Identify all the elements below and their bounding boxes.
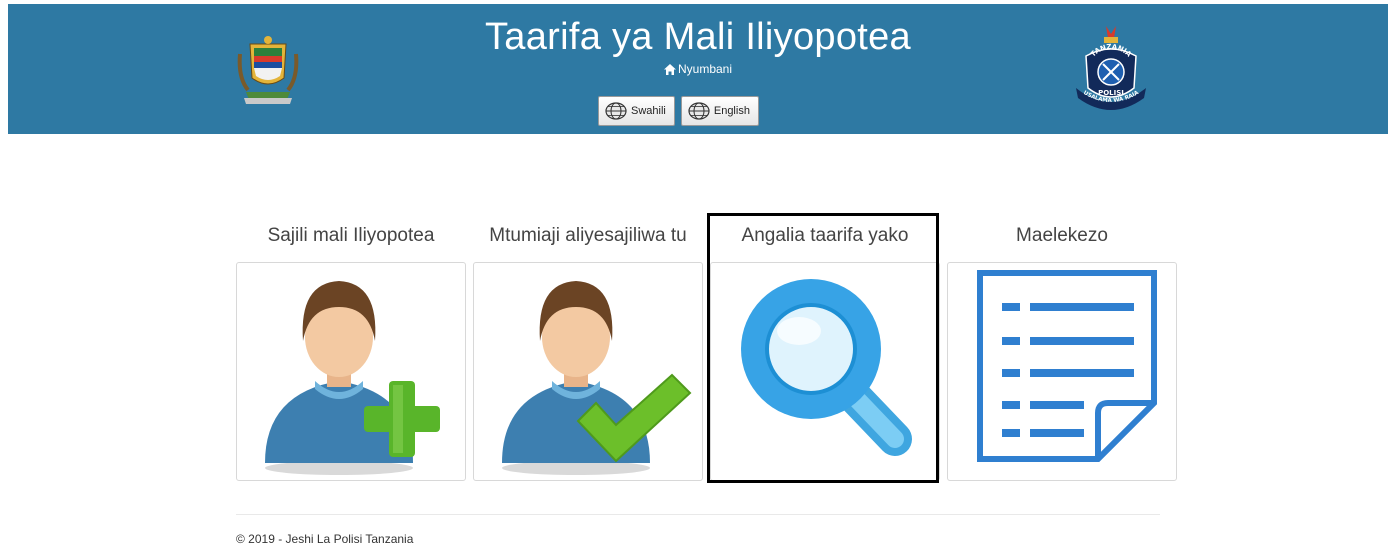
site-header: Taarifa ya Mali Iliyopotea Nyumbani Swah… — [8, 4, 1388, 134]
registered-user-button[interactable] — [473, 262, 703, 481]
user-check-icon — [502, 281, 692, 475]
home-link[interactable]: Nyumbani — [8, 62, 1388, 76]
register-lost-property-button[interactable] — [236, 262, 466, 481]
tile-label: Angalia taarifa yako — [741, 225, 909, 246]
tile-label: Sajili mali Iliyopotea — [267, 225, 435, 246]
globe-icon — [605, 102, 627, 120]
page-title: Taarifa ya Mali Iliyopotea — [484, 16, 911, 58]
english-button-label: English — [713, 105, 750, 117]
footer-divider — [236, 514, 1160, 515]
tile-register-lost-property: Sajili mali Iliyopotea — [236, 218, 466, 481]
document-list-icon — [977, 270, 1157, 462]
globe-icon — [688, 102, 710, 120]
swahili-button[interactable]: Swahili — [598, 96, 675, 126]
instructions-button[interactable] — [947, 262, 1177, 481]
tile-label: Maelekezo — [1016, 225, 1108, 246]
home-link-label: Nyumbani — [677, 62, 733, 76]
police-badge-icon: TANZANIA POLISI USALAMA WA RAIA — [1068, 24, 1154, 116]
view-report-button[interactable] — [710, 262, 940, 481]
footer-copyright: © 2019 - Jeshi La Polisi Tanzania — [236, 532, 414, 546]
tile-view-report: Angalia taarifa yako — [710, 218, 940, 481]
search-icon — [741, 279, 912, 456]
tile-label: Mtumiaji aliyesajiliwa tu — [489, 225, 687, 246]
language-switcher: Swahili English — [598, 96, 759, 126]
english-button[interactable]: English — [680, 96, 759, 126]
swahili-button-label: Swahili — [631, 105, 666, 117]
tile-instructions: Maelekezo — [947, 218, 1177, 481]
badge-middle-text: POLISI — [1098, 89, 1124, 97]
home-icon — [663, 64, 676, 75]
user-add-icon — [265, 281, 440, 475]
tile-registered-user: Mtumiaji aliyesajiliwa tu — [473, 218, 703, 481]
